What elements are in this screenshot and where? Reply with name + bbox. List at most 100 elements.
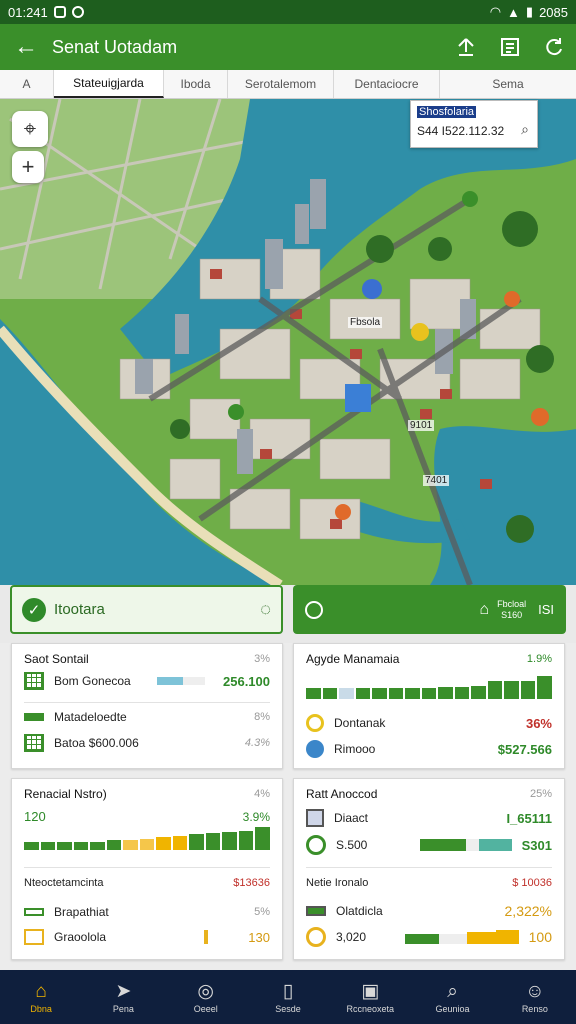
level-marker: [204, 930, 209, 944]
chat-icon[interactable]: ◌: [260, 599, 271, 620]
nav-explore[interactable]: ◎ Oeeel: [165, 970, 247, 1024]
notification-icon: [53, 6, 66, 18]
bar-mark: [438, 687, 453, 699]
bar-mark: [24, 841, 39, 850]
bar-mark: [73, 841, 89, 850]
compass-icon: ◎: [197, 981, 214, 1002]
card-title: Agyde Manamaia: [306, 652, 400, 666]
nav-reports[interactable]: ▣ Rccneoxeta: [329, 970, 411, 1024]
progress-bar: [419, 839, 512, 851]
tab-0[interactable]: Stateuigjarda: [54, 70, 164, 98]
nav-send[interactable]: ➤ Pena: [82, 970, 164, 1024]
bar-mark: [372, 688, 387, 699]
bar-mark: [306, 688, 321, 699]
search-card-title: Shosfolaria: [417, 106, 477, 118]
progress-bar: [156, 677, 205, 685]
row-value: 130: [248, 929, 270, 945]
tab-4[interactable]: Sema: [440, 70, 576, 98]
refresh-circle-icon: [306, 835, 326, 855]
bar-mark: [205, 833, 221, 850]
bar-mark: [454, 687, 470, 699]
bar-icon: [24, 713, 44, 721]
row-label: 3,020: [336, 930, 367, 944]
share-button[interactable]: [444, 24, 488, 70]
plus-icon: +: [21, 154, 35, 179]
home-outline-icon: ⌂: [479, 600, 490, 618]
back-button[interactable]: ←: [0, 33, 52, 61]
battery-icon: ▮: [525, 4, 534, 19]
summary-right-button[interactable]: ⌂ Fbcloal S160 ISI: [293, 585, 566, 634]
table-icon: [24, 672, 44, 690]
card-pct: 1.9%: [526, 653, 552, 665]
list-button[interactable]: [488, 24, 532, 70]
tab-2[interactable]: Serotalemom: [228, 70, 334, 98]
bar-mark: [57, 841, 72, 850]
city-map[interactable]: ⌖ + Fbsola 9101 7401: [0, 99, 576, 585]
status-bar: 01:241 ◠ ▲ ▮ 2085: [0, 0, 576, 24]
card-management[interactable]: Agyde Manamaia 1.9% Dontanak 36% Rimooo …: [293, 643, 565, 769]
locate-button[interactable]: ⌖: [12, 111, 48, 147]
row-label: Nteoctetamcinta: [24, 877, 104, 889]
nav-profile[interactable]: ☺ Renso: [494, 970, 576, 1024]
search-icon[interactable]: ⌕: [521, 121, 529, 138]
location-search-card[interactable]: Shosfolaria S44 I522.112.32 ⌕: [410, 100, 538, 148]
bar-mark: [537, 676, 552, 699]
card-financial[interactable]: Renacial Nstro) 4% 120 3.9% Nteoctetamci…: [11, 778, 283, 960]
row-value: $ 10036: [512, 877, 552, 889]
summary-right-line1: Fbcloal: [497, 598, 527, 609]
refresh-button[interactable]: [532, 24, 576, 70]
row-pct: 3.9%: [242, 809, 270, 824]
nav-home[interactable]: ⌂ Dbna: [0, 970, 82, 1024]
square-icon: [306, 809, 324, 827]
bar-mark: [189, 834, 204, 850]
row-label: Matadeloedte: [54, 710, 127, 724]
bar-mark: [255, 827, 270, 850]
map-label-1: 9101: [408, 420, 435, 431]
row-label: Graoolola: [54, 930, 107, 944]
tab-3[interactable]: Dentaciocre: [334, 70, 440, 98]
summary-strip: ✓ Itootara ◌ ⌂ Fbcloal S160 ISI: [0, 585, 576, 643]
circle-icon: [306, 714, 324, 732]
bar-mark: [40, 841, 56, 850]
nav-tablet[interactable]: ▯ Sesde: [247, 970, 329, 1024]
card-sales[interactable]: Saot Sontail 3% Bom Gonecoa 256.100 Mata…: [11, 643, 283, 769]
bar-mark: [388, 688, 404, 699]
bar-mark: [139, 839, 155, 850]
row-value: 2,322%: [504, 903, 552, 919]
row-label: Diaact: [334, 811, 369, 825]
row-label: Rimooo: [334, 742, 376, 756]
status-ok-button[interactable]: ✓ Itootara ◌: [10, 585, 283, 634]
zoom-in-button[interactable]: +: [12, 151, 44, 183]
bar-mark: [156, 836, 171, 850]
row-label: 120: [24, 809, 46, 824]
bar-mark: [90, 841, 105, 850]
shield-icon: [305, 600, 323, 619]
row-value: 100: [528, 929, 552, 945]
row-pct: 8%: [254, 711, 270, 723]
row-label: Bom Gonecoa: [54, 674, 131, 688]
map-label-0: Fbsola: [348, 317, 383, 328]
tab-1[interactable]: Iboda: [164, 70, 228, 98]
row-value: $13636: [233, 877, 270, 889]
search-card-value: S44 I522.112.32: [417, 124, 505, 138]
row-label: Olatdicla: [336, 904, 383, 918]
tablet-icon: ▯: [282, 981, 294, 1002]
bar-chart: [24, 826, 270, 850]
row-label: S.500: [336, 838, 368, 852]
table-icon: [24, 734, 44, 752]
bottom-navigation: ⌂ Dbna ➤ Pena ◎ Oeeel ▯ Sesde ▣ Rccneoxeta ⌕ G…: [0, 970, 576, 1024]
tab-collapse[interactable]: A: [0, 70, 54, 98]
bar-mark: [405, 688, 420, 699]
info-icon: [306, 740, 324, 758]
bar-mark: [520, 681, 536, 699]
nav-search[interactable]: ⌕ Geunioa: [411, 970, 493, 1024]
row-label: Dontanak: [334, 716, 386, 730]
bar-mark: [222, 832, 237, 850]
row-value: S301: [521, 837, 552, 853]
card-title: Ratt Anoccod: [306, 787, 378, 801]
card-accounts[interactable]: Ratt Anoccod 25% Diaact I_65111 S.500 S3…: [293, 778, 565, 960]
signal-icon: ▲: [507, 4, 520, 20]
card-pct: 4%: [254, 788, 270, 800]
summary-right-mini: Fbcloal S160: [497, 599, 526, 621]
circle-icon: [306, 927, 326, 947]
